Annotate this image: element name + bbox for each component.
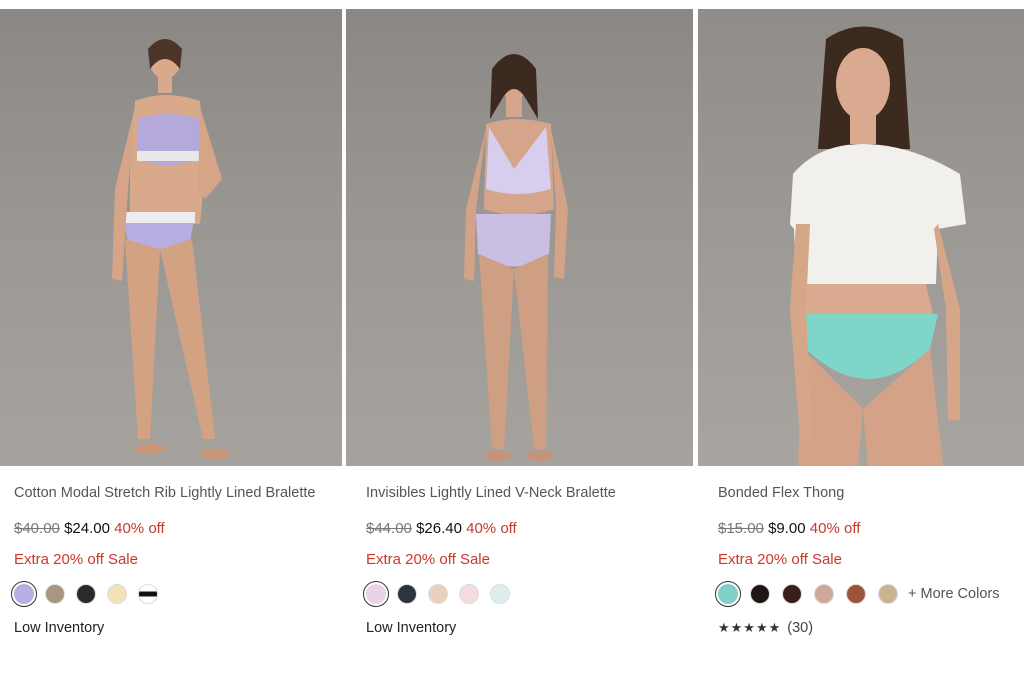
color-swatch[interactable] xyxy=(814,584,834,604)
model-figure xyxy=(112,39,230,459)
price-row: $15.00 $9.00 40% off xyxy=(718,519,1016,539)
product-info: Cotton Modal Stretch Rib Lightly Lined B… xyxy=(11,482,334,636)
color-swatch[interactable] xyxy=(428,584,448,604)
model-figure xyxy=(790,26,966,466)
color-swatch[interactable] xyxy=(782,584,802,604)
promo-label: Extra 20% off Sale xyxy=(718,551,842,568)
sale-price: $9.00 xyxy=(768,520,806,537)
color-swatches xyxy=(11,581,334,607)
color-swatch[interactable] xyxy=(490,584,510,604)
original-price: $44.00 xyxy=(366,520,412,537)
product-rating[interactable]: ★★★★★ (30) xyxy=(718,620,1016,636)
color-swatch[interactable] xyxy=(878,584,898,604)
product-info: Invisibles Lightly Lined V-Neck Bralette… xyxy=(363,482,685,636)
inventory-status: Low Inventory xyxy=(366,620,457,636)
color-swatch[interactable] xyxy=(45,584,65,604)
color-swatch[interactable] xyxy=(846,584,866,604)
color-swatches xyxy=(363,581,685,607)
sale-price: $24.00 xyxy=(64,520,110,537)
color-swatch[interactable] xyxy=(76,584,96,604)
original-price: $40.00 xyxy=(14,520,60,537)
color-swatch[interactable] xyxy=(11,581,37,607)
star-rating-icon: ★★★★★ xyxy=(718,620,782,635)
product-image[interactable] xyxy=(698,9,1024,466)
promo-label: Extra 20% off Sale xyxy=(14,551,138,568)
original-price: $15.00 xyxy=(718,520,764,537)
sale-price: $26.40 xyxy=(416,520,462,537)
product-info: Bonded Flex Thong $15.00 $9.00 40% off E… xyxy=(715,482,1016,636)
model-figure xyxy=(464,54,568,461)
price-row: $44.00 $26.40 40% off xyxy=(366,519,685,539)
color-swatch[interactable] xyxy=(750,584,770,604)
inventory-status: Low Inventory xyxy=(14,620,105,636)
discount-label: 40% off xyxy=(466,520,517,537)
color-swatch[interactable] xyxy=(715,581,741,607)
color-swatch[interactable] xyxy=(107,584,127,604)
review-count: (30) xyxy=(787,620,814,636)
color-swatches: + More Colors xyxy=(715,581,1016,607)
product-image[interactable] xyxy=(0,9,342,466)
product-title[interactable]: Invisibles Lightly Lined V-Neck Bralette xyxy=(366,482,685,505)
promo-label: Extra 20% off Sale xyxy=(366,551,490,568)
price-row: $40.00 $24.00 40% off xyxy=(14,519,334,539)
discount-label: 40% off xyxy=(114,520,165,537)
color-swatch[interactable] xyxy=(138,584,158,604)
product-grid: Cotton Modal Stretch Rib Lightly Lined B… xyxy=(0,0,1024,674)
color-swatch[interactable] xyxy=(459,584,479,604)
product-title[interactable]: Cotton Modal Stretch Rib Lightly Lined B… xyxy=(14,482,334,505)
product-image[interactable] xyxy=(346,9,693,466)
product-title[interactable]: Bonded Flex Thong xyxy=(718,482,1016,505)
discount-label: 40% off xyxy=(809,520,861,537)
color-swatch[interactable] xyxy=(397,584,417,604)
more-colors-link[interactable]: + More Colors xyxy=(908,586,999,602)
color-swatch[interactable] xyxy=(363,581,389,607)
